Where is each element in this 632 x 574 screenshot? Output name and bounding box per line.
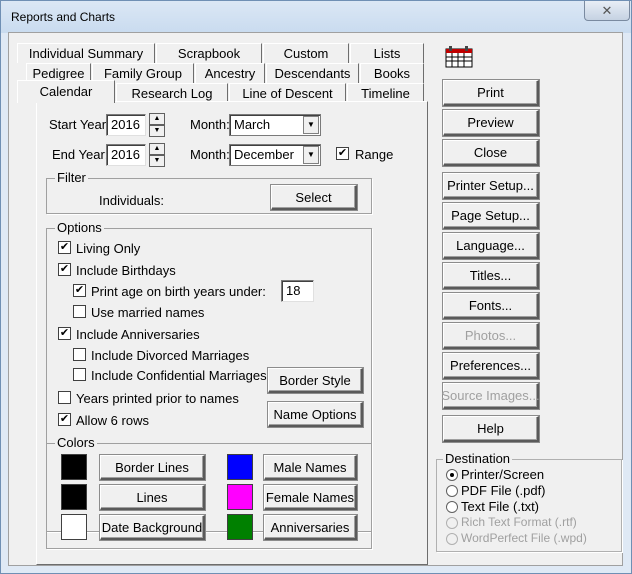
tab-books[interactable]: Books xyxy=(360,63,424,83)
tab-descendants[interactable]: Descendants xyxy=(266,63,359,83)
living-only-label: Living Only xyxy=(76,241,141,256)
title-bar: Reports and Charts ✕ xyxy=(1,1,631,33)
preview-button[interactable]: Preview xyxy=(443,110,539,136)
include-confidential-checkbox[interactable] xyxy=(73,368,86,381)
include-birthdays-label: Include Birthdays xyxy=(76,263,176,278)
tab-lists[interactable]: Lists xyxy=(350,43,424,63)
tab-timeline[interactable]: Timeline xyxy=(347,83,424,103)
destination-wpd-label: WordPerfect File (.wpd) xyxy=(461,531,587,545)
calendar-icon xyxy=(445,46,473,68)
include-divorced-checkbox[interactable] xyxy=(73,348,86,361)
tab-ancestry[interactable]: Ancestry xyxy=(195,63,265,83)
living-only-checkbox[interactable]: ✔ xyxy=(58,241,71,254)
start-year-spinner[interactable]: ▲ ▼ xyxy=(149,113,165,137)
tab-scrapbook[interactable]: Scrapbook xyxy=(156,43,262,63)
range-label: Range xyxy=(355,147,394,162)
tab-calendar[interactable]: Calendar xyxy=(17,80,115,103)
destination-printer-screen-label: Printer/Screen xyxy=(461,467,545,482)
end-month-select[interactable]: December ▼ xyxy=(229,144,321,166)
include-anniversaries-label: Include Anniversaries xyxy=(76,327,200,342)
spin-up-icon[interactable]: ▲ xyxy=(149,113,165,125)
date-background-button[interactable]: Date Background xyxy=(100,515,205,540)
end-year-spinner[interactable]: ▲ ▼ xyxy=(149,143,165,167)
include-confidential-label: Include Confidential Marriages xyxy=(91,368,267,383)
allow-6-rows-label: Allow 6 rows xyxy=(76,413,149,428)
start-year-input[interactable]: 2016 xyxy=(106,114,146,136)
page-setup-button[interactable]: Page Setup... xyxy=(443,203,539,229)
spin-up-icon[interactable]: ▲ xyxy=(149,143,165,155)
titles-button[interactable]: Titles... xyxy=(443,263,539,289)
language-button[interactable]: Language... xyxy=(443,233,539,259)
lines-button[interactable]: Lines xyxy=(100,485,205,510)
printer-setup-button[interactable]: Printer Setup... xyxy=(443,173,539,199)
destination-group-title: Destination xyxy=(443,451,513,466)
tab-individual-summary[interactable]: Individual Summary xyxy=(17,43,155,63)
destination-pdf-radio[interactable] xyxy=(446,485,458,497)
start-month-value: March xyxy=(234,117,271,132)
years-printed-label: Years printed prior to names xyxy=(76,391,239,406)
photos-button[interactable]: Photos... xyxy=(443,323,539,349)
use-married-names-checkbox[interactable] xyxy=(73,305,86,318)
close-button[interactable]: Close xyxy=(443,140,539,166)
print-button[interactable]: Print xyxy=(443,80,539,106)
include-anniversaries-checkbox[interactable]: ✔ xyxy=(58,327,71,340)
tab-research-log[interactable]: Research Log xyxy=(116,83,228,103)
destination-text-label: Text File (.txt) xyxy=(461,499,540,514)
start-month-select[interactable]: March ▼ xyxy=(229,114,321,136)
anniversaries-swatch xyxy=(227,514,253,540)
print-age-label: Print age on birth years under: xyxy=(91,284,266,299)
include-divorced-label: Include Divorced Marriages xyxy=(91,348,250,363)
select-individuals-button[interactable]: Select xyxy=(271,185,357,210)
destination-pdf-label: PDF File (.pdf) xyxy=(461,483,546,498)
end-year-input[interactable]: 2016 xyxy=(106,144,146,166)
colors-group-title: Colors xyxy=(55,435,97,450)
male-names-swatch xyxy=(227,454,253,480)
close-window-button[interactable]: ✕ xyxy=(584,1,630,21)
female-names-button[interactable]: Female Names xyxy=(264,485,357,510)
border-lines-swatch xyxy=(61,454,87,480)
spin-down-icon[interactable]: ▼ xyxy=(149,125,165,137)
name-options-button[interactable]: Name Options xyxy=(268,402,363,427)
tab-custom[interactable]: Custom xyxy=(263,43,349,63)
lines-swatch xyxy=(61,484,87,510)
individuals-label: Individuals: xyxy=(99,193,165,208)
date-background-swatch xyxy=(61,514,87,540)
print-age-checkbox[interactable]: ✔ xyxy=(73,284,86,297)
destination-text-radio[interactable] xyxy=(446,501,458,513)
allow-6-rows-checkbox[interactable]: ✔ xyxy=(58,413,71,426)
start-year-label: Start Year: xyxy=(49,117,110,132)
filter-group-title: Filter xyxy=(55,170,88,185)
include-birthdays-checkbox[interactable]: ✔ xyxy=(58,263,71,276)
male-names-button[interactable]: Male Names xyxy=(264,455,357,480)
years-printed-checkbox[interactable] xyxy=(58,391,71,404)
help-button[interactable]: Help xyxy=(443,416,539,442)
border-lines-button[interactable]: Border Lines xyxy=(100,455,205,480)
destination-rtf-label: Rich Text Format (.rtf) xyxy=(461,515,577,529)
female-names-swatch xyxy=(227,484,253,510)
destination-printer-screen-radio[interactable] xyxy=(446,469,458,481)
use-married-names-label: Use married names xyxy=(91,305,205,320)
start-month-label: Month: xyxy=(190,117,230,132)
end-year-label: End Year: xyxy=(52,147,109,162)
destination-rtf-radio[interactable] xyxy=(446,517,458,529)
end-month-value: December xyxy=(234,147,294,162)
preferences-button[interactable]: Preferences... xyxy=(443,353,539,379)
window-title: Reports and Charts xyxy=(11,10,116,24)
fonts-button[interactable]: Fonts... xyxy=(443,293,539,319)
source-images-button[interactable]: Source Images... xyxy=(441,383,540,409)
anniversaries-button[interactable]: Anniversaries xyxy=(264,515,357,540)
print-age-input[interactable]: 18 xyxy=(281,280,314,302)
dropdown-arrow-icon[interactable]: ▼ xyxy=(303,116,319,134)
spin-down-icon[interactable]: ▼ xyxy=(149,155,165,167)
dropdown-arrow-icon[interactable]: ▼ xyxy=(303,146,319,164)
destination-wpd-radio[interactable] xyxy=(446,533,458,545)
end-month-label: Month: xyxy=(190,147,230,162)
tab-line-of-descent[interactable]: Line of Descent xyxy=(229,83,346,103)
options-group-title: Options xyxy=(55,220,104,235)
border-style-button[interactable]: Border Style xyxy=(268,368,363,393)
range-checkbox[interactable]: ✔ xyxy=(336,147,349,160)
